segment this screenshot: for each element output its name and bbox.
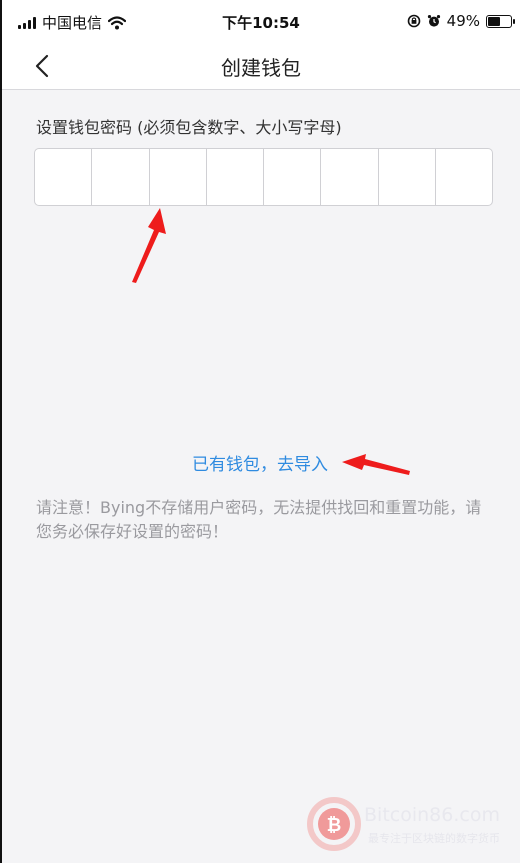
password-cell[interactable] [92,149,150,205]
password-cell[interactable] [35,149,93,205]
alarm-icon [427,15,440,27]
right-frame-border [520,0,528,863]
page-title: 创建钱包 [221,56,301,80]
orientation-lock-icon [407,14,420,28]
password-input[interactable] [34,148,493,206]
svg-text:₿: ₿ [327,815,342,836]
password-cell[interactable] [150,149,207,205]
notice-text: 请注意！Bying不存储用户密码，无法提供找回和重置功能，请您务必保存好设置的密… [36,498,482,541]
battery-percent: 49% [446,12,480,30]
watermark-title: Bitcoin86.com [364,804,500,826]
bitcoin-logo-icon: ₿ [307,797,361,851]
watermark-subtitle: 最专注于区块链的数字货币 [368,832,500,845]
password-cell[interactable] [436,149,492,205]
left-frame-border [0,0,2,863]
status-right: 49% [407,12,515,30]
password-cell[interactable] [321,149,379,205]
import-wallet-link[interactable]: 已有钱包，去导入 [0,450,520,475]
status-bar: 中国电信 下午10:54 49% [2,0,520,44]
battery-icon [486,14,515,28]
battery-fill [488,16,500,26]
password-cell[interactable] [379,149,436,205]
password-cell[interactable] [264,149,322,205]
password-label: 设置钱包密码 (必须包含数字、大小写字母) [36,118,342,137]
password-cell[interactable] [207,149,264,205]
nav-bar: 创建钱包 [2,44,520,90]
